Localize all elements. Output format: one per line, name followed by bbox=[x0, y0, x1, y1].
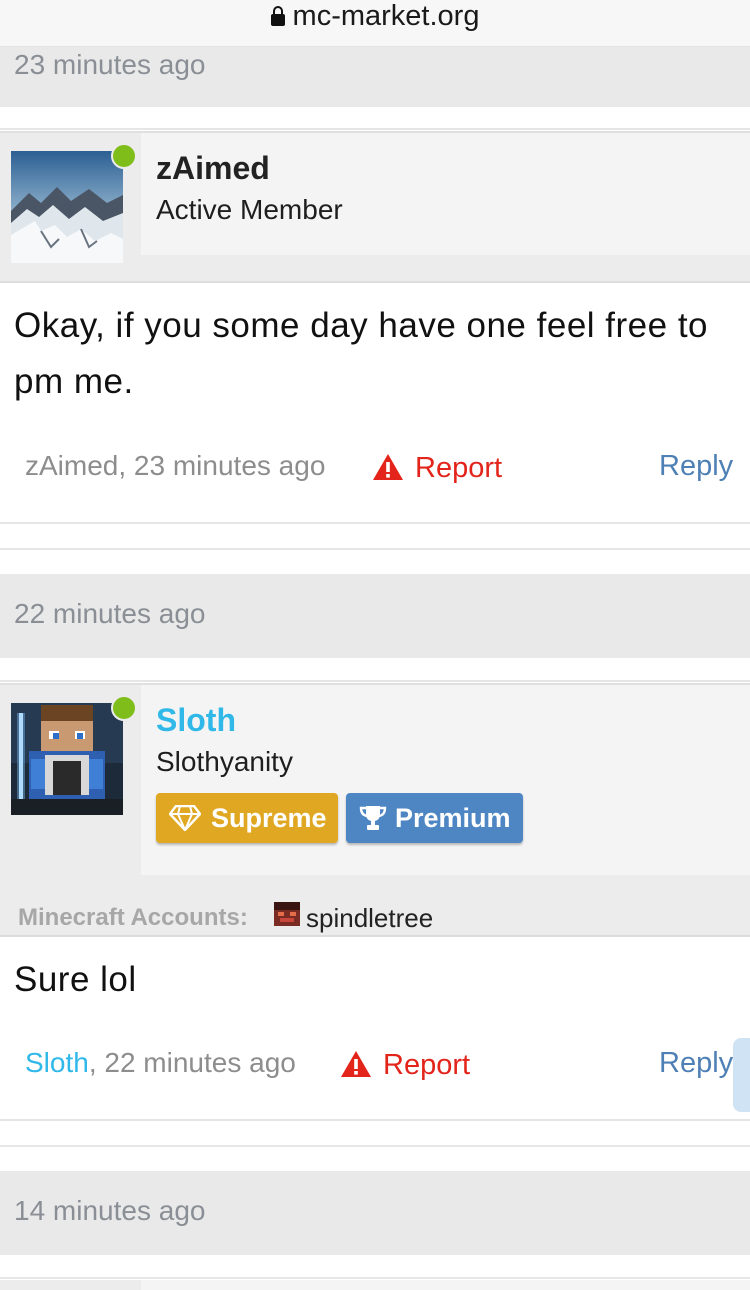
username-link[interactable]: Sloth bbox=[156, 702, 236, 739]
diamond-icon bbox=[169, 805, 201, 831]
date-text: 23 minutes ago bbox=[14, 49, 206, 80]
user-title: Slothyanity bbox=[156, 746, 293, 777]
divider bbox=[0, 1119, 750, 1121]
user-title: Active Member bbox=[156, 194, 343, 225]
lock-icon bbox=[270, 6, 285, 26]
author-link[interactable]: Sloth bbox=[25, 1047, 89, 1078]
divider bbox=[0, 1145, 750, 1147]
post-user-header: Sloth Slothyanity Supreme Premium bbox=[0, 683, 750, 877]
scroll-handle[interactable] bbox=[733, 1038, 750, 1112]
post-message: Sure lol bbox=[14, 960, 137, 999]
report-label: Report bbox=[383, 1049, 471, 1081]
author-link[interactable]: zAimed bbox=[25, 450, 118, 481]
supreme-badge: Supreme bbox=[156, 793, 338, 843]
next-post-header bbox=[0, 1280, 750, 1290]
date-text: 14 minutes ago bbox=[14, 1195, 206, 1226]
minecraft-accounts-row: Minecraft Accounts: spindletree bbox=[0, 875, 750, 937]
warning-icon bbox=[373, 454, 403, 480]
post-message: Okay, if you some day have one feel free… bbox=[14, 306, 709, 401]
divider bbox=[0, 128, 750, 130]
date-band: 23 minutes ago bbox=[0, 47, 750, 107]
post-meta: Sloth, 22 minutes ago bbox=[25, 1047, 296, 1079]
badge-label: Premium bbox=[395, 803, 511, 833]
divider bbox=[0, 1277, 750, 1279]
user-info-panel: zAimed Active Member bbox=[141, 133, 750, 255]
date-band: 14 minutes ago bbox=[0, 1171, 750, 1255]
browser-address-bar[interactable]: mc-market.org bbox=[0, 0, 750, 47]
report-label: Report bbox=[415, 452, 503, 484]
post-user-header: zAimed Active Member bbox=[0, 131, 750, 283]
date-band: 22 minutes ago bbox=[0, 574, 750, 658]
reply-button[interactable]: Reply bbox=[659, 450, 733, 483]
online-status-dot bbox=[111, 143, 137, 169]
divider bbox=[0, 522, 750, 524]
minecraft-accounts-label: Minecraft Accounts: bbox=[18, 904, 248, 931]
warning-icon bbox=[341, 1051, 371, 1077]
date-text: 22 minutes ago bbox=[14, 598, 206, 629]
minecraft-account-name[interactable]: spindletree bbox=[306, 903, 433, 934]
post-meta: zAimed, 23 minutes ago bbox=[25, 450, 325, 482]
post-time[interactable]: , 23 minutes ago bbox=[118, 450, 325, 481]
url-text: mc-market.org bbox=[292, 0, 480, 32]
username-link[interactable]: zAimed bbox=[156, 150, 270, 187]
post-time[interactable]: , 22 minutes ago bbox=[89, 1047, 296, 1078]
online-status-dot bbox=[111, 695, 137, 721]
divider bbox=[0, 281, 750, 283]
minecraft-skin-icon bbox=[274, 902, 300, 926]
trophy-icon bbox=[359, 806, 387, 830]
avatar[interactable] bbox=[11, 151, 123, 263]
user-info-panel: Sloth Slothyanity Supreme Premium bbox=[141, 685, 750, 875]
badge-label: Supreme bbox=[211, 803, 327, 833]
premium-badge: Premium bbox=[346, 793, 523, 843]
avatar[interactable] bbox=[11, 703, 123, 815]
divider bbox=[0, 548, 750, 550]
reply-button[interactable]: Reply bbox=[659, 1047, 733, 1080]
divider bbox=[0, 680, 750, 682]
